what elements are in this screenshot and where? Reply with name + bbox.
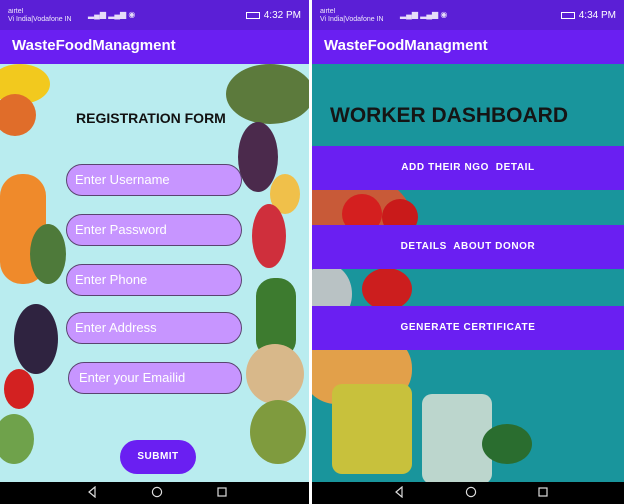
status-bar: airtel Vi India|Vodafone IN ▂▄▆ ▂▄▆ ◉ 4:…: [312, 0, 624, 30]
dashboard-title: WORKER DASHBOARD: [330, 104, 568, 127]
radish-right-decoration: [252, 204, 286, 268]
status-bar: airtel Vi India|Vodafone IN ▂▄▆ ▂▄▆ ◉ 4:…: [0, 0, 309, 30]
oil-bottle-decoration: [332, 384, 412, 474]
tomato-3-decoration: [362, 268, 412, 310]
dashboard-content: WORKER DASHBOARD ADD THEIR NGO DETAIL DE…: [312, 64, 624, 482]
username-field[interactable]: Enter Username: [66, 164, 242, 196]
egg-carton-decoration: [422, 394, 492, 482]
greens-bottom-decoration: [482, 424, 532, 464]
beans-decoration: [14, 304, 58, 374]
carrier-name: airtel: [320, 8, 336, 15]
recents-icon[interactable]: [215, 485, 229, 499]
signal-icon: ▂▄▆ ▂▄▆ ◉: [88, 10, 136, 19]
generate-certificate-button[interactable]: GENERATE CERTIFICATE: [312, 306, 624, 350]
produce-decoration: [250, 400, 306, 464]
email-field[interactable]: Enter your Emailid: [68, 362, 242, 394]
status-right-group: 4:32 PM: [245, 10, 301, 21]
registration-content: REGISTRATION FORM Enter Username Enter P…: [0, 64, 309, 482]
app-bar: WasteFoodManagment: [312, 30, 624, 64]
submit-button[interactable]: SUBMIT: [120, 440, 196, 474]
battery-icon: [245, 11, 260, 19]
worker-dashboard-screen: airtel Vi India|Vodafone IN ▂▄▆ ▂▄▆ ◉ 4:…: [312, 0, 624, 504]
nav-bar: [0, 482, 309, 504]
back-icon[interactable]: [392, 485, 406, 499]
carrier-name: airtel: [8, 8, 24, 15]
home-icon[interactable]: [464, 485, 478, 499]
phone-field[interactable]: Enter Phone: [66, 264, 242, 296]
app-title: WasteFoodManagment: [12, 37, 176, 54]
carrier-network: Vi India|Vodafone IN: [8, 16, 72, 23]
battery-icon: [560, 11, 575, 19]
nav-bar: [312, 482, 624, 504]
carrier-info: airtel Vi India|Vodafone IN: [8, 8, 72, 24]
app-bar: WasteFoodManagment: [0, 30, 309, 64]
carrier-info: airtel Vi India|Vodafone IN: [320, 8, 384, 24]
back-icon[interactable]: [85, 485, 99, 499]
status-time: 4:34 PM: [578, 10, 616, 21]
registration-screen: airtel Vi India|Vodafone IN ▂▄▆ ▂▄▆ ◉ 4:…: [0, 0, 309, 504]
greens-decoration: [226, 64, 309, 124]
radish-decoration: [4, 369, 34, 409]
donor-details-button[interactable]: DETAILS ABOUT DONOR: [312, 225, 624, 269]
status-right-group: 4:34 PM: [560, 10, 616, 21]
form-title: REGISTRATION FORM: [76, 110, 226, 126]
recents-icon[interactable]: [536, 485, 550, 499]
herb-decoration: [0, 414, 34, 464]
leaf-decoration: [30, 224, 66, 284]
address-field[interactable]: Enter Address: [66, 312, 242, 344]
status-time: 4:32 PM: [263, 10, 301, 21]
pepper-decoration: [0, 94, 36, 136]
add-ngo-detail-button[interactable]: ADD THEIR NGO DETAIL: [312, 146, 624, 190]
app-title: WasteFoodManagment: [324, 37, 488, 54]
potato-decoration: [246, 344, 304, 404]
password-field[interactable]: Enter Password: [66, 214, 242, 246]
carrier-network: Vi India|Vodafone IN: [320, 16, 384, 23]
home-icon[interactable]: [150, 485, 164, 499]
signal-icon: ▂▄▆ ▂▄▆ ◉: [400, 10, 448, 19]
